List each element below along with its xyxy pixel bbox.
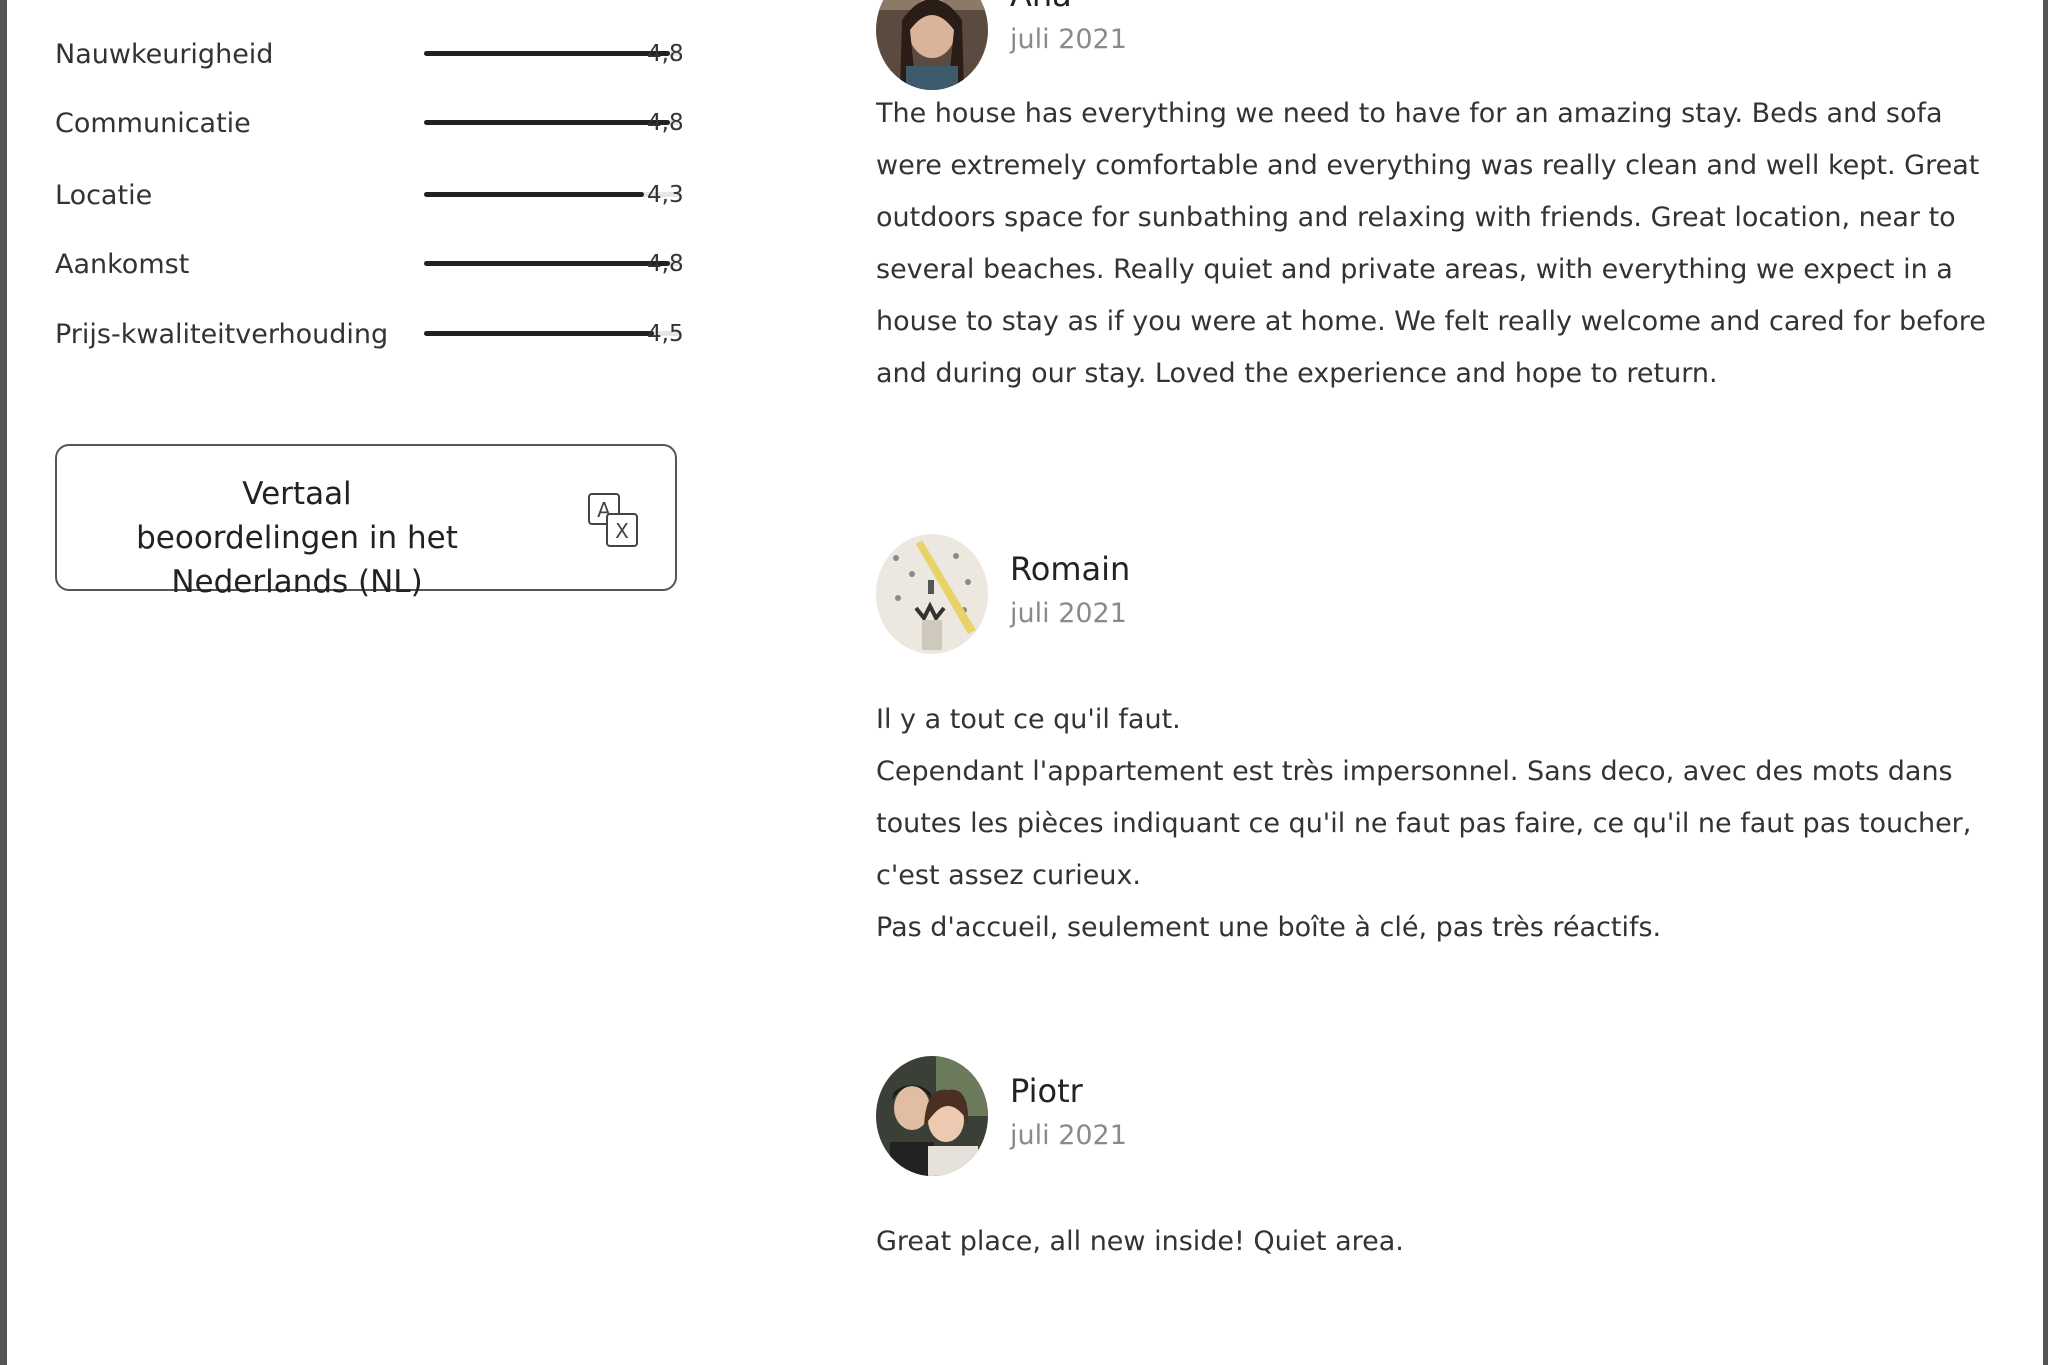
- rating-label: Nauwkeurigheid: [55, 39, 274, 70]
- avatar[interactable]: [876, 0, 988, 90]
- reviewer-name: Ana: [1010, 0, 1072, 14]
- review-date: juli 2021: [1010, 598, 1127, 629]
- rating-label: Locatie: [55, 180, 153, 211]
- review-text: The house has everything we need to have…: [876, 88, 1986, 400]
- review-paragraph: Pas d'accueil, seulement une boîte à clé…: [876, 912, 1662, 943]
- rating-row-value: Prijs-kwaliteitverhouding 4,5: [55, 315, 685, 355]
- avatar-photo: [876, 534, 988, 654]
- rating-bar-fill: [424, 120, 670, 125]
- translate-button-label: Vertaal beoordelingen in het Nederlands …: [136, 476, 458, 600]
- rating-bar-fill: [424, 261, 670, 266]
- review-paragraph: Great place, all new inside! Quiet area.: [876, 1226, 1404, 1257]
- review-paragraph: Il y a tout ce qu'il faut.: [876, 704, 1181, 735]
- rating-bar: [424, 331, 680, 336]
- avatar-photo: [876, 0, 988, 90]
- review-paragraph: Cependant l'appartement est très imperso…: [876, 756, 1972, 891]
- rating-value: 4,8: [647, 251, 684, 277]
- rating-bar: [424, 120, 680, 125]
- rating-row-check-in: Aankomst 4,8: [55, 245, 685, 285]
- avatar[interactable]: [876, 534, 988, 654]
- rating-value: 4,8: [647, 41, 684, 67]
- reviewer-name: Piotr: [1010, 1072, 1083, 1110]
- rating-row-accuracy: Nauwkeurigheid 4,8: [55, 35, 685, 75]
- translate-icon: A X: [588, 493, 638, 547]
- avatar-photo: [876, 1056, 988, 1176]
- translate-reviews-button[interactable]: Vertaal beoordelingen in het Nederlands …: [55, 444, 677, 600]
- review-paragraph: The house has everything we need to have…: [876, 98, 1986, 389]
- rating-row-location: Locatie 4,3: [55, 176, 685, 216]
- rating-row-communication: Communicatie 4,8: [55, 104, 685, 144]
- review-date: juli 2021: [1010, 1120, 1127, 1151]
- rating-bar-fill: [424, 192, 645, 197]
- review-card: Ana juli 2021 The house has everything w…: [876, 0, 1986, 430]
- rating-bar: [424, 261, 680, 266]
- rating-value: 4,8: [647, 110, 684, 136]
- review-date: juli 2021: [1010, 24, 1127, 55]
- review-card: Piotr juli 2021 Great place, all new ins…: [876, 1056, 1986, 1276]
- review-text: Il y a tout ce qu'il faut. Cependant l'a…: [876, 694, 1986, 954]
- window-edge-left: [0, 0, 7, 1365]
- rating-label: Prijs-kwaliteitverhouding: [55, 319, 389, 350]
- rating-bar-fill: [424, 51, 670, 56]
- rating-bar-fill: [424, 331, 655, 336]
- avatar[interactable]: [876, 1056, 988, 1176]
- rating-bar: [424, 51, 680, 56]
- rating-label: Communicatie: [55, 108, 251, 139]
- rating-bar: [424, 192, 680, 197]
- review-text: Great place, all new inside! Quiet area.: [876, 1216, 1986, 1268]
- rating-value: 4,3: [647, 182, 684, 208]
- reviewer-name: Romain: [1010, 550, 1131, 588]
- rating-label: Aankomst: [55, 249, 190, 280]
- review-card: Romain juli 2021 Il y a tout ce qu'il fa…: [876, 534, 1986, 954]
- window-edge-right: [2043, 0, 2048, 1365]
- svg-text:X: X: [615, 519, 629, 543]
- rating-value: 4,5: [647, 321, 684, 347]
